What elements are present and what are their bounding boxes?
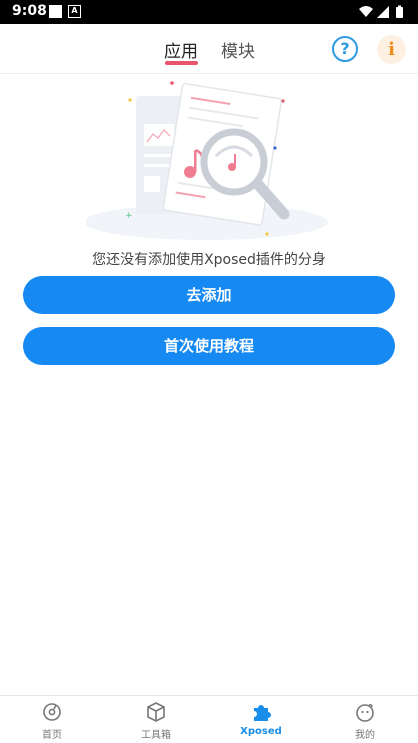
svg-text:+: + [125, 211, 133, 221]
question-mark-icon: ? [340, 39, 350, 58]
puzzle-icon [254, 705, 271, 721]
nav-label-mine: 我的 [355, 730, 375, 741]
status-time: 9:08 [12, 3, 47, 19]
add-clone-button[interactable]: 去添加 [23, 276, 395, 314]
top-header: 应用 模块 ? i [0, 24, 418, 74]
info-button[interactable]: i [377, 35, 406, 64]
tab-apps[interactable]: 应用 [164, 37, 198, 62]
nav-item-mine[interactable]: 我的 [313, 696, 417, 743]
system-status-icons [359, 5, 403, 18]
notification-a-icon: A [68, 5, 81, 18]
signal-icon [377, 6, 389, 18]
first-use-tutorial-button[interactable]: 首次使用教程 [23, 327, 395, 365]
face-icon [356, 704, 374, 722]
nav-item-xposed[interactable]: Xposed [209, 696, 313, 743]
active-tab-indicator [165, 61, 198, 65]
nav-label-toolbox: 工具箱 [141, 730, 171, 741]
empty-state-message: 您还没有添加使用Xposed插件的分身 [92, 252, 326, 268]
nav-item-toolbox[interactable]: 工具箱 [104, 696, 208, 743]
nav-item-home[interactable]: 首页 [0, 696, 104, 743]
tab-modules[interactable]: 模块 [221, 37, 255, 62]
empty-state-illustration: + [86, 81, 328, 240]
toolbox-cube-icon [147, 702, 165, 722]
wifi-icon [359, 6, 373, 17]
nav-label-home: 首页 [42, 730, 62, 741]
notification-square-icon [49, 5, 62, 18]
home-disc-icon [43, 703, 61, 721]
nav-label-xposed: Xposed [240, 726, 282, 737]
bottom-navigation: 首页 工具箱 Xposed 我的 [0, 695, 418, 743]
battery-icon [396, 7, 403, 18]
help-button[interactable]: ? [332, 36, 358, 62]
status-bar: 9:08 A [0, 0, 418, 24]
info-icon: i [388, 39, 395, 60]
